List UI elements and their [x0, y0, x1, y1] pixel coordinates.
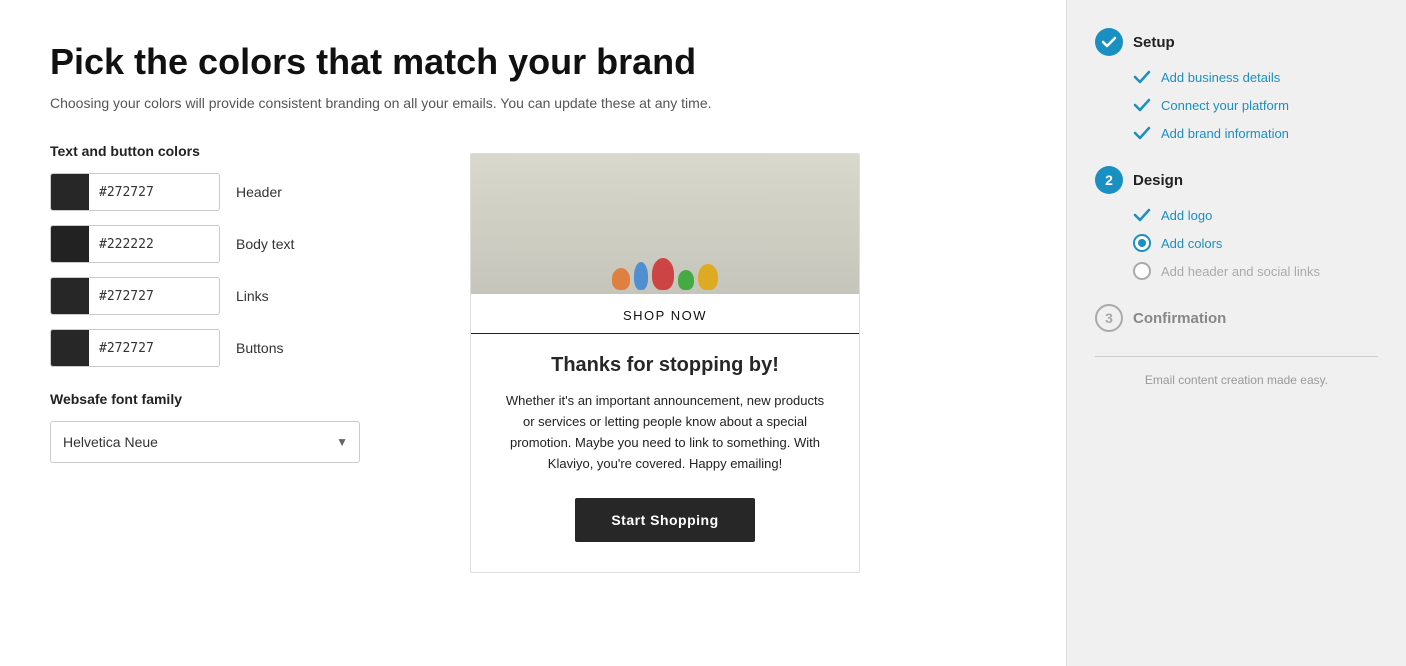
page-title: Pick the colors that match your brand	[50, 40, 1016, 83]
left-form: Text and button colors #272727 Header #2…	[50, 143, 430, 463]
color-row-1: #222222 Body text	[50, 225, 430, 263]
preview-image-toys	[471, 154, 859, 294]
color-hex-3: #272727	[89, 341, 154, 356]
color-row-3: #272727 Buttons	[50, 329, 430, 367]
sidebar-sections-container: Setup Add business details Connect your …	[1095, 28, 1378, 332]
sidebar-divider	[1095, 356, 1378, 357]
sidebar-section-header-design: 2 Design	[1095, 166, 1378, 194]
color-row-2: #272727 Links	[50, 277, 430, 315]
section-title-setup: Setup	[1133, 34, 1175, 51]
sidebar-item-label-add-colors: Add colors	[1161, 236, 1222, 251]
toy-shapes	[612, 258, 718, 294]
main-content: Pick the colors that match your brand Ch…	[0, 0, 1066, 666]
sidebar-section-design: 2 Design Add logo Add colors Add header and…	[1095, 166, 1378, 280]
page-subtitle: Choosing your colors will provide consis…	[50, 95, 1016, 111]
color-hex-0: #272727	[89, 185, 154, 200]
color-rows-container: #272727 Header #222222 Body text #272727…	[50, 173, 430, 367]
color-swatch-3	[51, 329, 89, 367]
font-select[interactable]: Helvetica NeueArialGeorgiaTimes New Roma…	[50, 421, 360, 463]
sidebar-item-label-brand-info: Add brand information	[1161, 126, 1289, 141]
color-label-1: Body text	[236, 236, 294, 252]
sidebar-bottom-text: Email content creation made easy.	[1095, 373, 1378, 387]
sidebar-item-brand-info[interactable]: Add brand information	[1095, 124, 1378, 142]
content-area: Text and button colors #272727 Header #2…	[50, 143, 1016, 573]
radio-active-icon	[1133, 234, 1151, 252]
sidebar-item-label-add-logo: Add logo	[1161, 208, 1212, 223]
preview-card: SHOP NOW Thanks for stopping by! Whether…	[470, 153, 860, 573]
sidebar-section-confirmation: 3 Confirmation	[1095, 304, 1378, 332]
sidebar-section-header-confirmation: 3 Confirmation	[1095, 304, 1378, 332]
font-section-label: Websafe font family	[50, 391, 430, 407]
checkmark-icon	[1101, 34, 1117, 50]
check-icon	[1133, 96, 1151, 114]
sidebar-item-add-header-social[interactable]: Add header and social links	[1095, 262, 1378, 280]
color-label-2: Links	[236, 288, 269, 304]
color-swatch-0	[51, 173, 89, 211]
sidebar-item-connect-platform[interactable]: Connect your platform	[1095, 96, 1378, 114]
section-title-design: Design	[1133, 172, 1183, 189]
preview-text: Whether it's an important announcement, …	[501, 391, 829, 474]
sidebar: Setup Add business details Connect your …	[1066, 0, 1406, 666]
sidebar-item-label-add-header-social: Add header and social links	[1161, 264, 1320, 279]
section-title-confirmation: Confirmation	[1133, 310, 1226, 327]
color-hex-1: #222222	[89, 237, 154, 252]
step-circle-confirmation: 3	[1095, 304, 1123, 332]
sidebar-item-add-colors[interactable]: Add colors	[1095, 234, 1378, 252]
colors-section-label: Text and button colors	[50, 143, 430, 159]
color-swatch-2	[51, 277, 89, 315]
check-icon	[1133, 68, 1151, 86]
color-hex-2: #272727	[89, 289, 154, 304]
color-label-3: Buttons	[236, 340, 283, 356]
check-icon	[1133, 206, 1151, 224]
preview-heading: Thanks for stopping by!	[501, 354, 829, 377]
color-label-0: Header	[236, 184, 282, 200]
font-section: Websafe font family Helvetica NeueArialG…	[50, 391, 430, 463]
radio-empty-icon	[1133, 262, 1151, 280]
sidebar-item-label-connect-platform: Connect your platform	[1161, 98, 1289, 113]
step-circle-design: 2	[1095, 166, 1123, 194]
color-swatch-1	[51, 225, 89, 263]
check-icon	[1133, 124, 1151, 142]
color-swatch-box-2[interactable]: #272727	[50, 277, 220, 315]
font-select-wrapper: Helvetica NeueArialGeorgiaTimes New Roma…	[50, 421, 360, 463]
color-swatch-box-3[interactable]: #272727	[50, 329, 220, 367]
start-shopping-button[interactable]: Start Shopping	[575, 498, 754, 542]
preview-body: Thanks for stopping by! Whether it's an …	[471, 334, 859, 572]
color-swatch-box-0[interactable]: #272727	[50, 173, 220, 211]
sidebar-item-add-logo[interactable]: Add logo	[1095, 206, 1378, 224]
color-swatch-box-1[interactable]: #222222	[50, 225, 220, 263]
sidebar-item-label-business-details: Add business details	[1161, 70, 1280, 85]
sidebar-section-header-setup: Setup	[1095, 28, 1378, 56]
sidebar-item-business-details[interactable]: Add business details	[1095, 68, 1378, 86]
preview-panel: SHOP NOW Thanks for stopping by! Whether…	[470, 153, 870, 573]
step-circle-setup	[1095, 28, 1123, 56]
color-row-0: #272727 Header	[50, 173, 430, 211]
shop-now-bar: SHOP NOW	[471, 294, 859, 334]
sidebar-section-setup: Setup Add business details Connect your …	[1095, 28, 1378, 142]
preview-image	[471, 154, 859, 294]
